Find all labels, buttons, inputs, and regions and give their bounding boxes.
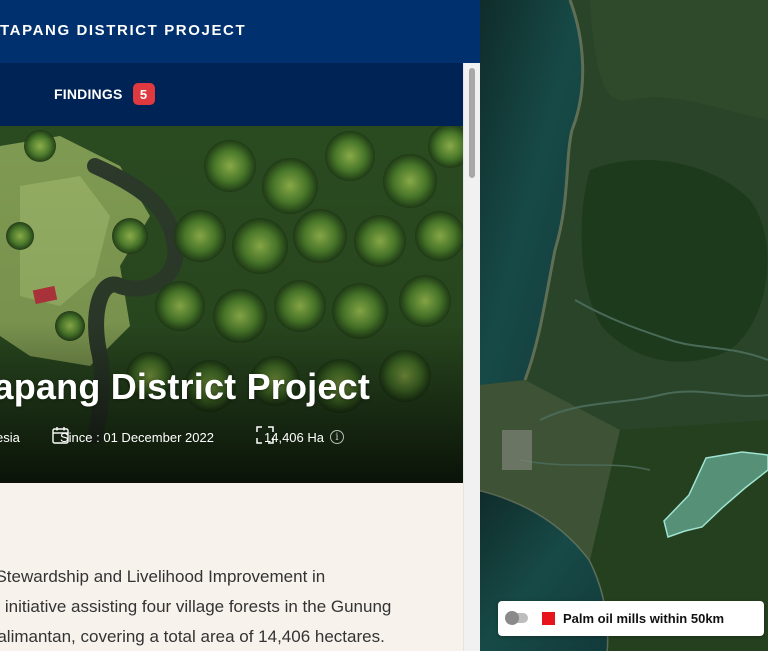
location-meta: esia [0,426,20,448]
since-text: Since : 01 December 2022 [60,429,214,445]
project-title: Tapang District Project [0,366,371,407]
panel-scrollbar[interactable] [463,63,480,651]
map-legend: Palm oil mills within 50km [498,601,764,636]
tab-findings-label: FINDINGS [54,86,123,102]
palm-oil-mills-toggle[interactable] [505,611,528,625]
since-meta: Since : 01 December 2022 [52,426,214,448]
toggle-knob [505,611,519,625]
tab-findings[interactable]: FINDINGS 5 [54,82,155,106]
panel-header: TAPANG DISTRICT PROJECT [0,0,480,63]
hero-image: Tapang District Project esia Since : 01 … [0,126,463,483]
project-panel: TAPANG DISTRICT PROJECT FINDINGS 5 Tapan… [0,0,480,651]
info-icon[interactable]: i [330,430,344,444]
project-description: t Stewardship and Livelihood Improvement… [0,562,456,651]
description-line: Kalimantan, covering a total area of 14,… [0,627,385,646]
tab-bar: FINDINGS 5 [0,63,463,126]
location-text: esia [0,429,20,445]
scrollbar-thumb[interactable] [469,68,475,178]
findings-count-badge: 5 [132,83,155,105]
area-meta: 14,406 Ha i [256,426,344,448]
legend-label: Palm oil mills within 50km [563,611,725,626]
satellite-map[interactable] [480,0,768,651]
legend-swatch [542,612,555,625]
satellite-imagery [480,0,768,651]
project-title-header: TAPANG DISTRICT PROJECT [0,22,247,39]
description-line: t Stewardship and Livelihood Improvement… [0,567,326,586]
description-line: ry initiative assisting four village for… [0,597,392,616]
